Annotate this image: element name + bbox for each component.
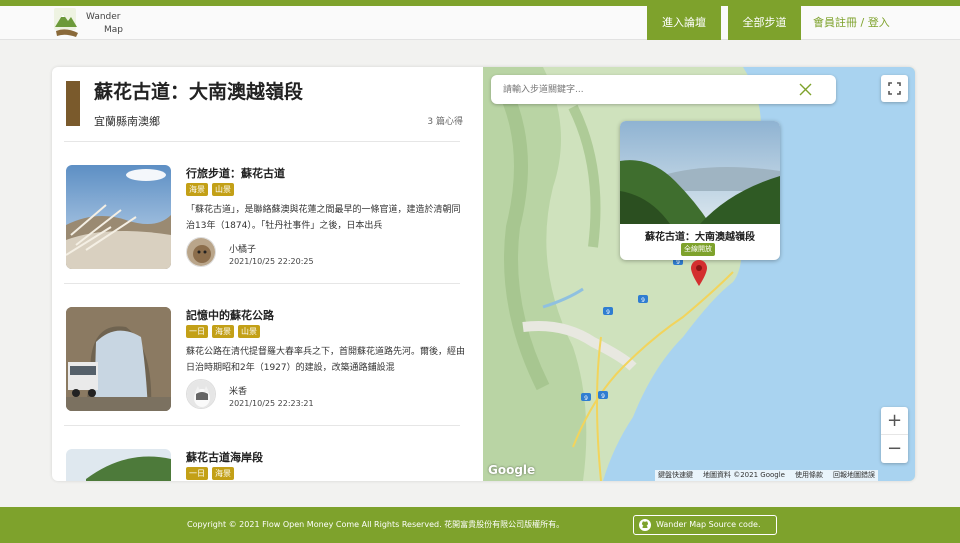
map-data-credit: 地圖資料 ©2021 Google [703,471,785,479]
road-label: 9 [601,393,605,400]
post-date: 2021/10/25 22:20:25 [229,257,314,266]
post-title[interactable]: 蘇花古道海岸段 [186,449,263,465]
clear-search-icon[interactable] [799,83,812,96]
post-list-panel: 蘇花古道：大南澳越嶺段 宜蘭縣南澳鄉 3 篇心得 行旅步道：蘇花古道 海景 山景… [52,67,483,481]
post-card[interactable]: 記憶中的蘇花公路 一日 海景 山景 蘇花公路在清代提督羅大春率兵之下，首開蘇花道… [66,307,466,413]
post-card[interactable]: 蘇花古道海岸段 一日 海景 [66,449,466,481]
tag-badge: 山景 [212,183,234,196]
post-date: 2021/10/25 22:23:21 [229,399,314,408]
post-tags: 一日 海景 山景 [186,325,260,339]
map-marker-icon[interactable] [691,260,707,286]
post-title[interactable]: 行旅步道：蘇花古道 [186,165,285,181]
popup-trail-image [620,121,780,224]
terms-link[interactable]: 使用條款 [795,470,823,481]
trail-search-input[interactable] [503,75,793,104]
github-icon [639,519,651,531]
road-label: 9 [606,309,610,316]
logo-text-line2: Map [104,25,123,35]
keyboard-shortcuts-link[interactable]: 鍵盤快速鍵 [658,470,693,481]
map-attribution: 鍵盤快速鍵 地圖資料 ©2021 Google 使用條款 回報地圖錯誤 [655,470,878,481]
trail-location: 宜蘭縣南澳鄉 [94,115,160,128]
nav-forum-button[interactable]: 進入論壇 [647,6,721,40]
post-divider [64,283,460,284]
zoom-in-button[interactable]: + [881,407,908,435]
copyright-text: Copyright © 2021 Flow Open Money Come Al… [187,520,565,529]
post-divider [64,425,460,426]
map-zoom-control: + − [881,407,908,463]
post-excerpt: 蘇花公路在清代提督羅大春率兵之下，首開蘇花道路先河。爾後，經由日治時期昭和2年（… [186,347,466,373]
tag-badge: 海景 [212,467,234,480]
post-tags: 海景 山景 [186,183,234,197]
post-tags: 一日 海景 [186,467,234,481]
report-error-link[interactable]: 回報地圖錯誤 [833,470,875,481]
popup-status-badge: 全線開放 [681,243,715,256]
header-divider [64,141,460,142]
popup-trail-title: 蘇花古道：大南澳越嶺段 [645,232,755,243]
trail-title: 蘇花古道：大南澳越嶺段 [94,81,304,103]
author-name: 小橘子 [229,245,257,255]
fullscreen-icon [888,82,901,95]
post-title[interactable]: 記憶中的蘇花公路 [186,307,274,323]
site-footer: Copyright © 2021 Flow Open Money Come Al… [0,507,960,543]
title-accent-bar [66,81,80,126]
road-label: 9 [676,259,680,266]
road-label: 9 [641,297,645,304]
author-avatar[interactable] [186,379,216,409]
logo-mountain-icon [54,8,78,37]
tag-badge: 一日 [186,325,208,338]
site-header: Wander Map 進入論壇 全部步道 會員註冊 / 登入 [0,6,960,40]
source-code-label: Wander Map Source code. [656,520,761,529]
author-avatar[interactable] [186,237,216,267]
map-fullscreen-button[interactable] [881,75,908,102]
nav-login-link[interactable]: 會員註冊 / 登入 [813,6,890,40]
trail-search-box [491,75,836,104]
source-code-button[interactable]: Wander Map Source code. [633,515,777,535]
tag-badge: 一日 [186,467,208,480]
trail-map[interactable]: 9 9 9 9 9 蘇花古道：大 [483,67,915,481]
post-count: 3 篇心得 [427,117,463,127]
nav-all-trails-button[interactable]: 全部步道 [728,6,801,40]
trail-detail-card: 蘇花古道：大南澳越嶺段 宜蘭縣南澳鄉 3 篇心得 行旅步道：蘇花古道 海景 山景… [52,67,915,481]
post-thumbnail[interactable] [66,307,171,411]
google-logo: Google [488,463,536,477]
trail-info-popup[interactable]: 蘇花古道：大南澳越嶺段 全線開放 [620,121,780,260]
tag-badge: 山景 [238,325,260,338]
logo-text-line1: Wander [86,12,121,22]
tag-badge: 海景 [212,325,234,338]
zoom-out-button[interactable]: − [881,435,908,463]
road-label: 9 [584,395,588,402]
post-excerpt: 「蘇花古道」，是聯絡蘇澳與花蓮之間最早的一條官道，建造於清朝同治13年（1874… [186,205,461,231]
tag-badge: 海景 [186,183,208,196]
post-thumbnail[interactable] [66,449,171,481]
post-card[interactable]: 行旅步道：蘇花古道 海景 山景 「蘇花古道」，是聯絡蘇澳與花蓮之間最早的一條官道… [66,165,466,271]
site-logo[interactable]: Wander Map [52,7,132,39]
post-thumbnail[interactable] [66,165,171,269]
author-name: 米香 [229,387,248,397]
